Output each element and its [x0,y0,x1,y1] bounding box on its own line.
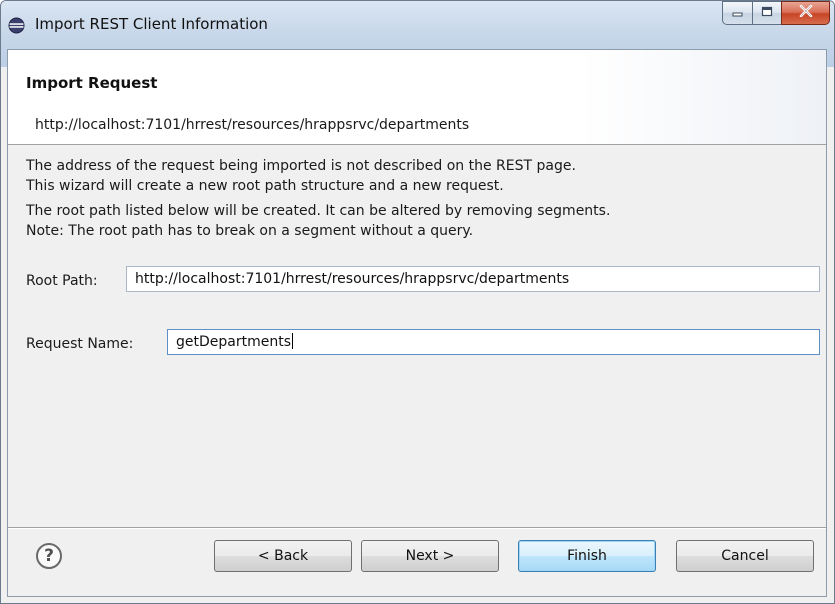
caption-buttons [722,1,830,25]
help-button[interactable]: ? [36,543,62,569]
close-button[interactable] [781,1,830,25]
wizard-body: The address of the request being importe… [8,145,826,550]
root-path-value: http://localhost:7101/hrrest/resources/h… [135,271,570,287]
minimize-icon [732,5,744,21]
info-line: Note: The root path has to break on a se… [26,223,474,239]
title-bar-content: Import REST Client Information [6,5,829,45]
eclipse-icon[interactable] [8,17,25,34]
info-paragraph-2: The root path listed below will be creat… [26,201,610,241]
request-name-value: getDepartments [176,334,292,350]
finish-button[interactable]: Finish [518,540,656,572]
dialog-window: Import REST Client Information Import Re… [0,0,835,604]
dialog-client-area: Import Request http://localhost:7101/hrr… [7,49,827,597]
info-line: This wizard will create a new root path … [26,178,504,194]
finish-button-label: Finish [567,548,607,564]
info-line: The root path listed below will be creat… [26,203,611,219]
info-paragraph-1: The address of the request being importe… [26,156,576,196]
wizard-header: Import Request http://localhost:7101/hrr… [8,50,826,145]
close-icon [799,4,813,21]
root-path-input[interactable]: http://localhost:7101/hrrest/resources/h… [126,266,820,292]
page-description: http://localhost:7101/hrrest/resources/h… [35,117,470,133]
maximize-icon [761,5,773,21]
cancel-button[interactable]: Cancel [676,540,814,572]
request-name-label: Request Name: [26,336,134,352]
text-caret [292,333,294,349]
back-button[interactable]: < Back [214,540,352,572]
info-line: The address of the request being importe… [26,158,576,174]
window-title: Import REST Client Information [35,15,268,33]
minimize-button[interactable] [722,1,753,25]
maximize-button[interactable] [752,1,782,25]
help-icon: ? [44,546,54,566]
root-path-label: Root Path: [26,273,98,289]
back-button-label: < Back [257,548,309,564]
next-button-label: Next > [405,548,455,564]
page-title: Import Request [26,74,158,92]
cancel-button-label: Cancel [721,548,769,564]
footer-separator [8,527,826,529]
next-button[interactable]: Next > [361,540,499,572]
request-name-input[interactable]: getDepartments [167,329,820,355]
